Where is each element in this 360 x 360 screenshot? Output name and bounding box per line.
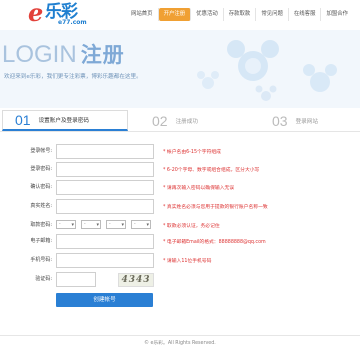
withdraw-password-selects: - - - - (56, 220, 151, 229)
row-username: 登录帐号: * 帐户名由6-15个字符组成 (0, 144, 360, 160)
confirm-password-label: 确认密码: (30, 184, 52, 190)
row-real-name: 真实姓名: * 真实姓名必须与您用于提款的银行账户名称一致 (0, 199, 360, 215)
withdraw-password-hint: * 取款必须认证，务必记住 (163, 224, 220, 229)
password-hint: * 6-20个字母、数字或组合组成，区分大小写 (163, 168, 260, 173)
row-withdraw-password: 取款密码: - - - - * 取款必须认证，务必记住 (0, 218, 360, 234)
withdraw-pin-select-4[interactable]: - (131, 220, 151, 229)
email-label: 电子邮箱: (30, 238, 52, 244)
step-2-label: 注册成功 (175, 118, 198, 125)
footer-divider (0, 335, 360, 336)
withdraw-pin-select-1[interactable]: - (56, 220, 76, 229)
register-banner: LOGIN 注册 欢迎来到e乐彩，我们更专注彩票，博彩乐趣都在这里。 (0, 30, 360, 108)
real-name-input[interactable] (56, 199, 154, 214)
username-hint: * 帐户名由6-15个字符组成 (163, 150, 221, 155)
nav-item-home[interactable]: 网站首页 (126, 8, 159, 21)
phone-label: 手机号码: (30, 257, 52, 263)
mouse-ears-icon (227, 40, 279, 81)
phone-hint: * 请输入11位手机号码 (163, 259, 212, 264)
username-input[interactable] (56, 144, 154, 159)
password-input[interactable] (56, 162, 154, 177)
main-nav: 网站首页 开户注册 优惠活动 存款取款 常见问题 在线客服 加盟合作 (126, 8, 353, 22)
nav-item-support[interactable]: 在线客服 (289, 8, 322, 21)
withdraw-pin-select-3[interactable]: - (106, 220, 126, 229)
nav-item-promotions[interactable]: 优惠活动 (191, 8, 224, 21)
step-1: 01 设置账户及登录密码 (2, 110, 128, 131)
step-1-number: 01 (15, 112, 31, 128)
step-2: 02 注册成功 (152, 110, 252, 131)
step-3: 03 登录网站 (272, 110, 358, 131)
page-title: LOGIN 注册 (2, 39, 125, 69)
row-captcha: 验证码: 4343 (0, 272, 360, 288)
mouse-ears-small-icon (303, 64, 337, 92)
withdraw-pin-select-2[interactable]: - (81, 220, 101, 229)
row-phone: 手机号码: * 请输入11位手机号码 (0, 253, 360, 269)
password-label: 登录密码: (30, 166, 52, 172)
captcha-image[interactable]: 4343 (118, 273, 154, 287)
register-steps: 01 设置账户及登录密码 02 注册成功 03 登录网站 (0, 110, 360, 132)
site-header: e 乐彩 e77.com 网站首页 开户注册 优惠活动 存款取款 常见问题 在线… (0, 0, 360, 30)
nav-item-partner[interactable]: 加盟合作 (321, 8, 353, 21)
footer-copyright: © e乐彩。All Rights Reserved. (144, 341, 216, 346)
logo-domain: e77.com (58, 19, 87, 26)
logo-mark: e (28, 0, 44, 27)
page-title-cn: 注册 (80, 44, 125, 67)
mouse-ears-tiny-icon (197, 71, 219, 89)
create-account-button[interactable]: 创建帐号 (56, 293, 153, 307)
nav-item-faq[interactable]: 常见问题 (256, 8, 289, 21)
step-3-label: 登录网站 (295, 118, 318, 125)
row-confirm-password: 确认密码: * 请再次输入密码以确保输入无误 (0, 180, 360, 196)
email-input[interactable] (56, 234, 154, 249)
site-logo[interactable]: e 乐彩 e77.com (28, 1, 96, 27)
steps-divider (0, 131, 360, 132)
real-name-label: 真实姓名: (30, 203, 52, 209)
username-label: 登录帐号: (30, 148, 52, 154)
confirm-password-input[interactable] (56, 180, 154, 195)
email-hint: * 电子邮箱Email的格式：88888888@qq.com (163, 240, 266, 245)
nav-item-register[interactable]: 开户注册 (158, 8, 192, 21)
captcha-label: 验证码: (35, 276, 52, 282)
real-name-hint: * 真实姓名必须与您用于提款的银行账户名称一致 (163, 205, 268, 210)
mouse-ears-tiny-2-icon (255, 85, 277, 101)
step-1-label: 设置账户及登录密码 (38, 118, 89, 124)
nav-item-deposit-withdraw[interactable]: 存款取款 (224, 8, 257, 21)
page-subtitle: 欢迎来到e乐彩，我们更专注彩票，博彩乐趣都在这里。 (4, 74, 142, 80)
row-email: 电子邮箱: * 电子邮箱Email的格式：88888888@qq.com (0, 234, 360, 250)
row-password: 登录密码: * 6-20个字母、数字或组合组成，区分大小写 (0, 162, 360, 178)
captcha-input[interactable] (56, 272, 96, 287)
phone-input[interactable] (56, 253, 154, 268)
step-3-number: 03 (272, 112, 288, 129)
page-title-en: LOGIN (2, 41, 77, 68)
step-2-number: 02 (152, 112, 168, 129)
confirm-password-hint: * 请再次输入密码以确保输入无误 (163, 186, 235, 191)
withdraw-password-label: 取款密码: (30, 222, 52, 228)
